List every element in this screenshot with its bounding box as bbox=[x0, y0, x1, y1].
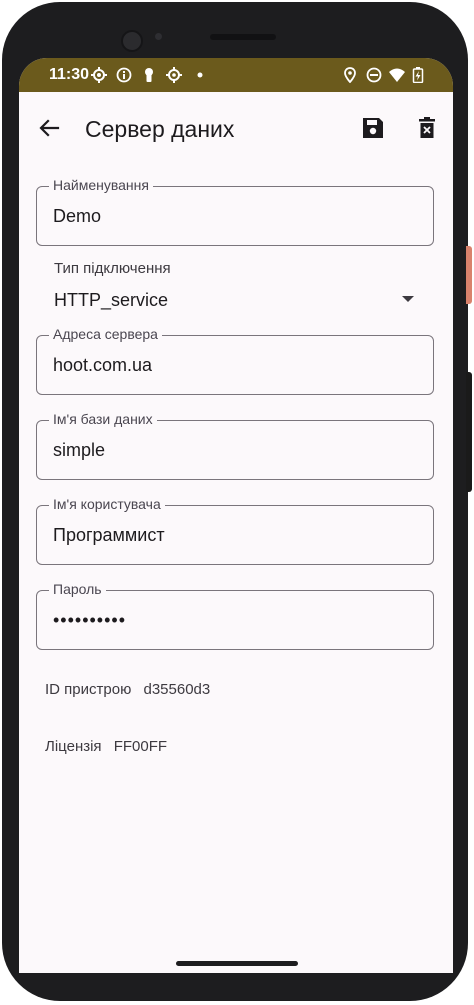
volume-button bbox=[466, 372, 472, 492]
earpiece-speaker bbox=[210, 34, 276, 40]
page-title: Сервер даних bbox=[85, 116, 235, 142]
password-field[interactable]: Пароль •••••••••• bbox=[36, 581, 434, 650]
sensor-dot bbox=[155, 33, 162, 40]
save-icon[interactable] bbox=[359, 114, 387, 142]
device-id-label: ID пристрою bbox=[45, 681, 132, 698]
wifi-icon bbox=[389, 68, 405, 82]
app-bar: Сервер даних bbox=[19, 92, 453, 162]
license-value: FF00FF bbox=[113, 738, 168, 755]
device-id-value: d35560d3 bbox=[143, 681, 211, 698]
do-not-disturb-icon bbox=[366, 67, 382, 83]
server-address-label: Адреса сервера bbox=[49, 326, 162, 342]
connection-type-label: Тип підключення bbox=[54, 260, 171, 277]
database-name-value: simple bbox=[53, 440, 106, 460]
name-field[interactable]: Найменування Demo bbox=[36, 177, 434, 246]
front-camera bbox=[121, 30, 143, 52]
name-field-value: Demo bbox=[53, 206, 102, 226]
database-name-label: Ім'я бази даних bbox=[49, 411, 157, 427]
username-field[interactable]: Ім'я користувача Программист bbox=[36, 496, 434, 565]
status-bar: 11:30 bbox=[19, 58, 453, 92]
back-arrow-icon[interactable] bbox=[35, 114, 63, 142]
info-icon bbox=[116, 67, 132, 83]
license-label: Ліцензія bbox=[45, 738, 102, 755]
password-value: •••••••••• bbox=[53, 610, 127, 630]
power-button bbox=[466, 246, 472, 304]
status-time: 11:30 bbox=[49, 66, 90, 83]
username-label: Ім'я користувача bbox=[49, 496, 165, 512]
dot-icon bbox=[197, 72, 203, 78]
connection-type-select[interactable]: HTTP_service bbox=[54, 290, 168, 311]
device-id-row: ID пристрою d35560d3 bbox=[45, 681, 210, 698]
dropdown-arrow-icon[interactable] bbox=[401, 294, 415, 304]
server-address-value: hoot.com.ua bbox=[53, 355, 153, 375]
keyhole-icon bbox=[145, 68, 153, 82]
delete-icon[interactable] bbox=[413, 114, 441, 142]
gear-icon bbox=[166, 67, 182, 83]
settings-icon bbox=[91, 67, 107, 83]
battery-icon bbox=[412, 67, 424, 83]
license-row: Ліцензія FF00FF bbox=[45, 738, 167, 755]
name-field-label: Найменування bbox=[49, 177, 153, 193]
location-icon bbox=[344, 67, 356, 83]
database-name-field[interactable]: Ім'я бази даних simple bbox=[36, 411, 434, 480]
password-label: Пароль bbox=[49, 581, 106, 597]
home-indicator[interactable] bbox=[176, 961, 298, 966]
username-value: Программист bbox=[53, 525, 165, 545]
server-address-field[interactable]: Адреса сервера hoot.com.ua bbox=[36, 326, 434, 395]
screen: 11:30 Сервер даних Найменування Demo Тип… bbox=[19, 58, 453, 973]
